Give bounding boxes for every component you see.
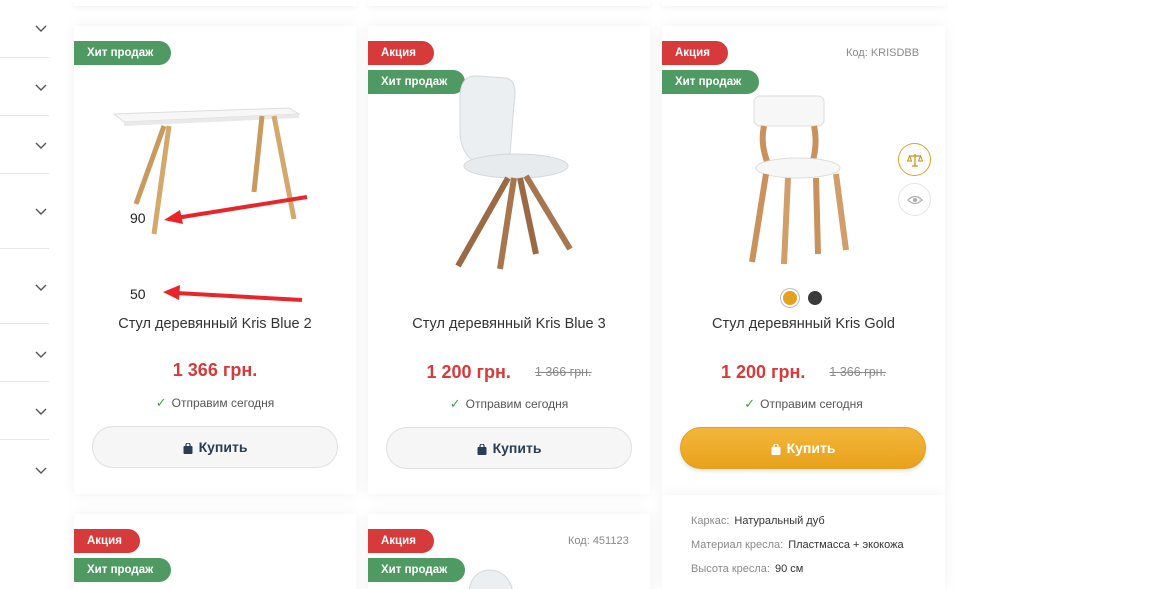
buy-label: Купить [198, 439, 248, 455]
previous-card-bottom [368, 0, 650, 6]
price: 1 366 грн. [172, 360, 258, 380]
shopping-bag-icon [183, 442, 193, 454]
product-image[interactable] [448, 74, 578, 274]
spec-row: Каркас: Натуральный дуб [691, 515, 825, 527]
buy-label: Купить [492, 440, 542, 456]
product-image[interactable] [742, 94, 862, 266]
sale-badge: Акция [662, 41, 728, 65]
spec-row: Высота кресла: 90 см [691, 563, 804, 575]
sale-badge: Акция [74, 529, 140, 553]
shipping-status: ✓ Отправим сегодня [368, 396, 650, 412]
chevron-down-icon[interactable] [35, 284, 47, 292]
shopping-bag-icon [477, 443, 487, 455]
previous-card-bottom [74, 0, 356, 6]
depth-annotation: 50 [130, 286, 146, 302]
price: 1 200 грн. [720, 362, 806, 382]
check-icon: ✓ [744, 396, 756, 411]
filter-group[interactable] [0, 324, 49, 382]
previous-card-bottom [662, 0, 945, 6]
color-swatch-gold[interactable] [783, 291, 797, 305]
width-annotation: 90 [130, 210, 146, 226]
arrow-annotation-icon [163, 285, 303, 302]
chevron-down-icon[interactable] [35, 25, 47, 33]
hit-badge: Хит продаж [74, 41, 172, 65]
sale-badge: Акция [368, 41, 434, 65]
product-code: Код: 451123 [568, 535, 629, 547]
chevron-down-icon[interactable] [35, 84, 47, 92]
quick-view-button[interactable] [898, 183, 931, 216]
filter-group[interactable] [0, 0, 49, 58]
color-swatch-black[interactable] [808, 291, 822, 305]
check-icon: ✓ [155, 395, 167, 410]
buy-button[interactable]: Купить [386, 427, 632, 469]
filter-group[interactable] [0, 174, 49, 249]
product-card[interactable]: Акция Хит продаж [74, 514, 356, 589]
buy-button[interactable]: Купить [92, 426, 338, 468]
product-card[interactable]: Акция Хит продаж Код: KRISDBB Стул дерев… [662, 26, 945, 495]
filter-group[interactable] [0, 116, 49, 174]
price: 1 200 грн. [426, 362, 511, 382]
product-specs: Каркас: Натуральный дуб Материал кресла: П… [662, 495, 945, 589]
arrow-annotation-icon [164, 195, 308, 224]
product-card[interactable]: Акция Хит продаж Стул деревянный Kris Bl… [368, 26, 650, 494]
hit-badge: Хит продаж [368, 558, 466, 582]
buy-button[interactable]: Купить [680, 427, 926, 469]
filter-group[interactable] [0, 382, 49, 440]
price-row: 1 366 грн. [74, 360, 356, 381]
buy-label: Купить [786, 440, 836, 456]
hit-badge: Хит продаж [662, 70, 760, 94]
filter-sidebar [0, 0, 49, 589]
shipping-text: Отправим сегодня [760, 397, 863, 411]
product-card[interactable]: Акция Хит продаж Код: 451123 [368, 514, 650, 589]
hit-badge: Хит продаж [74, 558, 172, 582]
compare-button[interactable] [898, 143, 931, 176]
shipping-status: ✓ Отправим сегодня [662, 396, 945, 412]
shipping-text: Отправим сегодня [171, 396, 275, 410]
shipping-text: Отправим сегодня [465, 397, 569, 411]
old-price: 1 366 грн. [829, 365, 887, 379]
chevron-down-icon[interactable] [35, 351, 47, 359]
product-card[interactable]: Хит продаж 90 50 Стул деревянный Kris Bl… [74, 26, 356, 494]
sale-badge: Акция [368, 529, 434, 553]
old-price: 1 366 грн. [534, 365, 592, 379]
scales-icon [906, 153, 923, 167]
spec-row: Материал кресла: Пластмасса + экокожа [691, 539, 904, 551]
product-title[interactable]: Стул деревянный Kris Gold [662, 316, 945, 332]
chevron-down-icon[interactable] [35, 467, 47, 475]
product-code: Код: KRISDBB [846, 47, 920, 59]
price-row: 1 200 грн. 1 366 грн. [662, 362, 945, 383]
check-icon: ✓ [449, 396, 461, 411]
filter-group[interactable] [0, 249, 49, 324]
product-image[interactable] [458, 566, 528, 589]
shipping-status: ✓ Отправим сегодня [74, 395, 356, 411]
chevron-down-icon[interactable] [35, 142, 47, 150]
chevron-down-icon[interactable] [35, 208, 47, 216]
product-title[interactable]: Стул деревянный Kris Blue 3 [368, 316, 650, 332]
chevron-down-icon[interactable] [35, 408, 47, 416]
filter-group[interactable] [0, 440, 49, 502]
price-row: 1 200 грн. 1 366 грн. [368, 362, 650, 383]
eye-icon [906, 195, 923, 204]
shopping-bag-icon [771, 443, 781, 455]
filter-group[interactable] [0, 58, 49, 116]
product-title[interactable]: Стул деревянный Kris Blue 2 [74, 316, 356, 332]
